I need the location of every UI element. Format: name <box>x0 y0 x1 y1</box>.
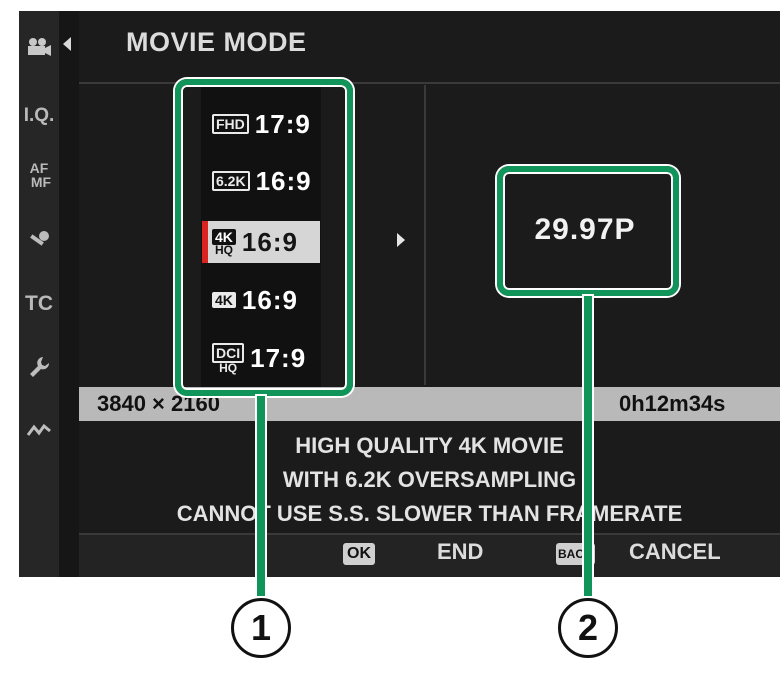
callout-number-2: 2 <box>558 598 618 658</box>
wrench-icon[interactable] <box>19 355 59 384</box>
recording-time: 0h12m34s <box>619 391 726 416</box>
callout-line-1 <box>257 396 265 596</box>
page-title: MOVIE MODE <box>126 27 307 57</box>
timecode-icon[interactable]: TC <box>19 292 59 316</box>
sidebar-separator <box>59 11 79 577</box>
af-mf-icon[interactable]: AF MF <box>19 161 59 189</box>
callout-line-2 <box>584 296 592 596</box>
back-arrow-icon[interactable] <box>63 37 71 51</box>
column-divider <box>424 85 426 385</box>
description-line: CANNOT USE S.S. SLOWER THAN FRAMERATE <box>176 501 683 526</box>
end-label: END <box>437 539 484 564</box>
chevron-right-icon[interactable] <box>397 233 405 247</box>
movie-camera-icon[interactable] <box>19 37 59 62</box>
microphone-icon[interactable] <box>19 229 59 256</box>
callout-box-framerate <box>497 166 679 296</box>
sidebar: I.Q. AF MF TC <box>19 11 59 577</box>
cancel-label: CANCEL <box>629 539 721 564</box>
callout-number-1: 1 <box>231 598 291 658</box>
ok-key-icon[interactable]: OK <box>343 543 375 565</box>
connection-icon[interactable] <box>19 421 59 444</box>
description-line: HIGH QUALITY 4K MOVIE <box>295 433 564 458</box>
description-line: WITH 6.2K OVERSAMPLING <box>282 467 577 492</box>
callout-box-movie-modes <box>175 79 353 396</box>
image-quality-icon[interactable]: I.Q. <box>19 105 59 127</box>
